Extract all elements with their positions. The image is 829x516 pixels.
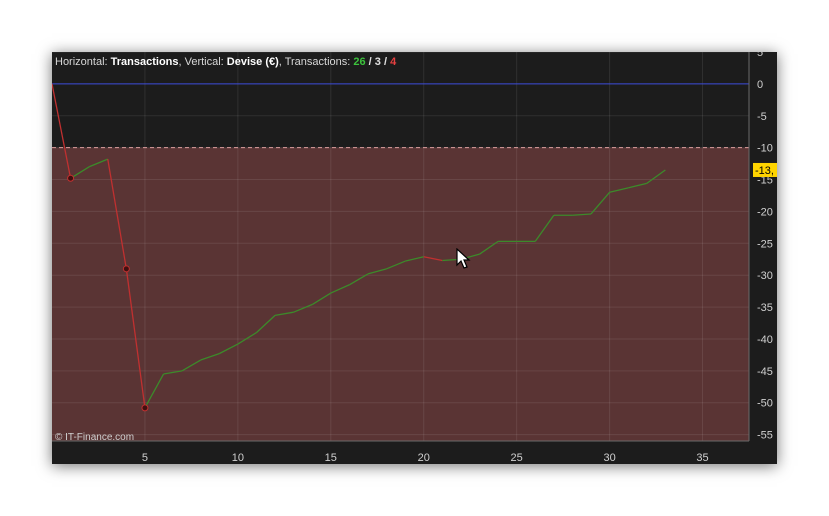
y-tick-label: -45 xyxy=(757,366,773,378)
mouse-cursor-icon xyxy=(456,248,471,269)
separator: / xyxy=(365,56,375,68)
y-tick-label: -10 xyxy=(757,143,773,155)
horizontal-label: Horizontal: xyxy=(55,56,111,68)
y-tick-label: -30 xyxy=(757,270,773,282)
loss-marker xyxy=(67,174,75,182)
x-tick-label: 5 xyxy=(142,452,148,464)
loss-marker xyxy=(122,265,130,273)
x-tick-label: 25 xyxy=(511,452,523,464)
x-tick-label: 20 xyxy=(418,452,430,464)
loss-marker xyxy=(141,404,149,412)
drawdown-zone xyxy=(52,147,749,441)
chart-panel: 5 10 15 20 25 30 35 5 0 -5 -10 -15 -20 -25 -30 -35 -40 -4… xyxy=(52,52,777,464)
copyright-credit: © IT-Finance.com xyxy=(55,432,135,443)
x-tick-label: 35 xyxy=(696,452,708,464)
y-tick-label: -20 xyxy=(757,206,773,218)
y-tick-label: -40 xyxy=(757,334,773,346)
y-tick-label: -35 xyxy=(757,302,773,314)
y-tick-label: -5 xyxy=(757,111,767,123)
vertical-value: Devise (€) xyxy=(226,56,279,68)
current-value-label: -13, xyxy=(755,165,774,177)
horizontal-value: Transactions xyxy=(110,56,179,68)
chart-header: Horizontal: Transactions, Vertical: Devi… xyxy=(55,56,396,68)
winning-count: 26 xyxy=(353,56,366,68)
y-tick-label: -25 xyxy=(757,238,773,250)
y-tick-label: -50 xyxy=(757,398,773,410)
losing-count: 4 xyxy=(390,56,397,68)
x-tick-label: 15 xyxy=(325,452,337,464)
equity-chart: 5 10 15 20 25 30 3550-5-10-15-20-25-30-35-40-4… xyxy=(52,52,777,464)
x-tick-label: 30 xyxy=(603,452,615,464)
x-tick-label: 10 xyxy=(232,452,244,464)
y-tick-label: 0 xyxy=(757,79,763,91)
separator: / xyxy=(380,56,391,68)
transactions-label: , Transactions: xyxy=(278,56,354,68)
y-tick-label: 5 xyxy=(757,52,763,59)
vertical-label: , Vertical: xyxy=(178,56,227,68)
y-tick-label: -55 xyxy=(757,430,773,442)
